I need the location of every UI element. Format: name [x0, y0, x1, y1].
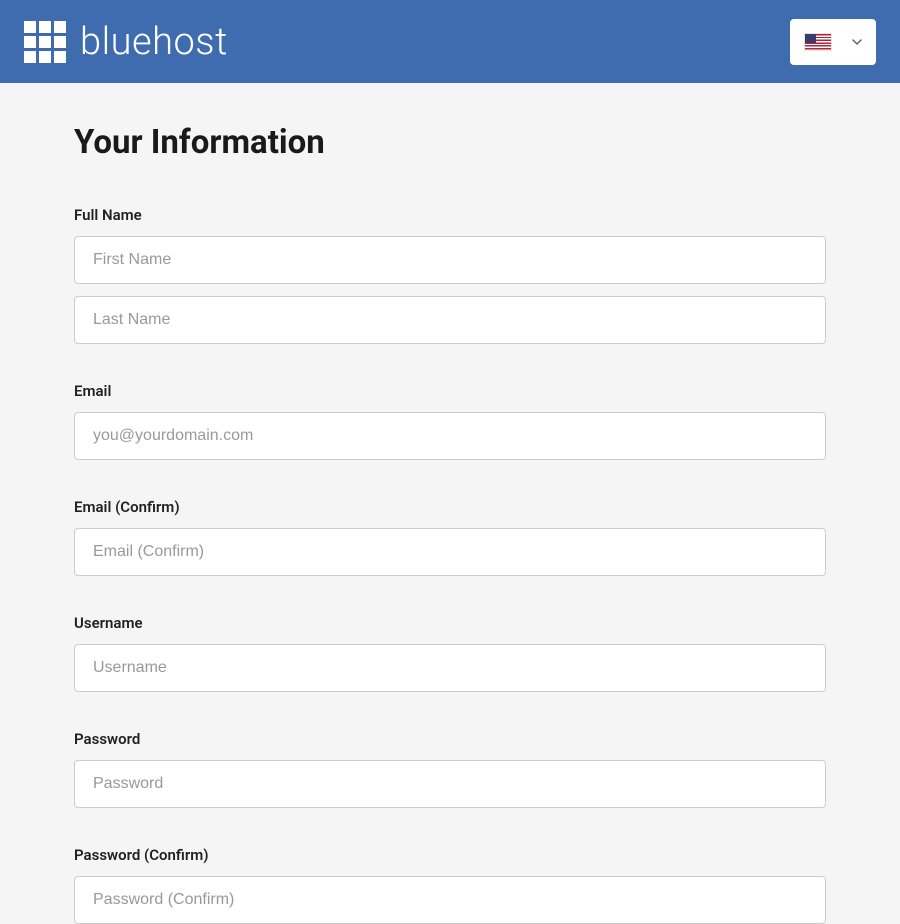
- email-confirm-field[interactable]: [74, 528, 826, 576]
- username-group: Username: [74, 614, 826, 692]
- last-name-field[interactable]: [74, 296, 826, 344]
- first-name-field[interactable]: [74, 236, 826, 284]
- email-confirm-group: Email (Confirm): [74, 498, 826, 576]
- email-field[interactable]: [74, 412, 826, 460]
- username-label: Username: [74, 614, 826, 632]
- grid-icon: [24, 21, 66, 63]
- full-name-label: Full Name: [74, 206, 826, 224]
- password-field[interactable]: [74, 760, 826, 808]
- password-confirm-field[interactable]: [74, 876, 826, 924]
- username-field[interactable]: [74, 644, 826, 692]
- email-label: Email: [74, 382, 826, 400]
- page-title: Your Information: [74, 123, 826, 162]
- full-name-group: Full Name: [74, 206, 826, 344]
- flag-us-icon: [804, 33, 832, 51]
- password-group: Password: [74, 730, 826, 808]
- brand-name: bluehost: [80, 20, 228, 64]
- site-header: bluehost: [0, 0, 900, 83]
- page-content: Your Information Full Name Email Email (…: [0, 83, 900, 924]
- locale-selector[interactable]: [790, 19, 876, 65]
- brand-logo[interactable]: bluehost: [24, 20, 228, 64]
- email-group: Email: [74, 382, 826, 460]
- email-confirm-label: Email (Confirm): [74, 498, 826, 516]
- password-confirm-label: Password (Confirm): [74, 846, 826, 864]
- password-confirm-group: Password (Confirm): [74, 846, 826, 924]
- chevron-down-icon: [852, 39, 862, 45]
- password-label: Password: [74, 730, 826, 748]
